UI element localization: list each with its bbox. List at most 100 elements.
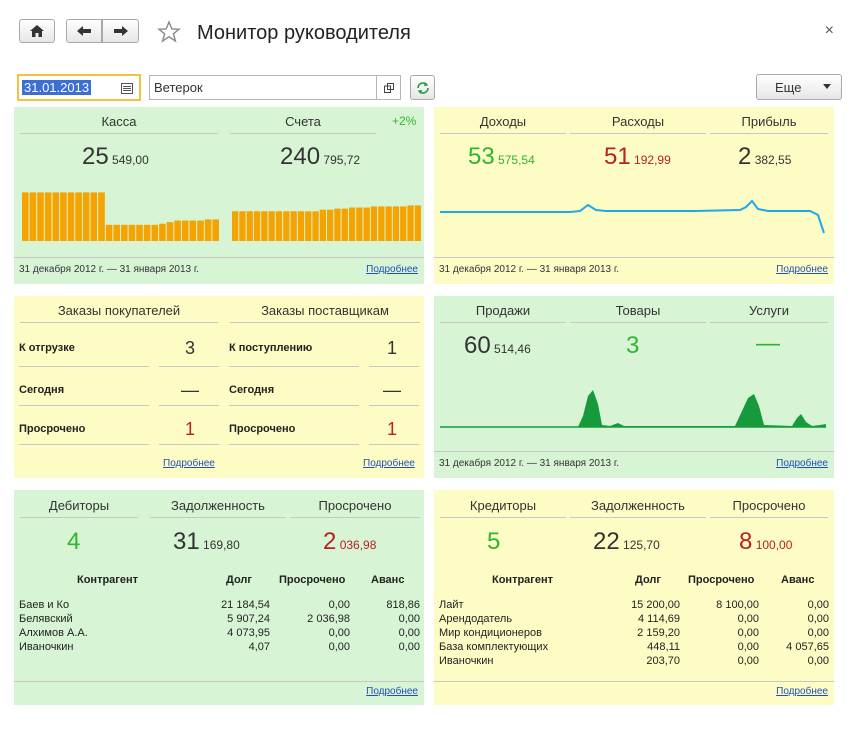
col-overdue: Просрочено (279, 574, 346, 586)
col-debt: Долг (226, 574, 252, 586)
bar (341, 208, 348, 241)
details-link[interactable]: Подробнее (366, 686, 418, 697)
creditors-panel: Кредиторы Задолженность Просрочено 5 22 … (434, 490, 834, 705)
overdue-value[interactable]: 1 (160, 419, 220, 440)
arrow-right-icon (113, 26, 128, 36)
counterparty-cell[interactable]: Иваночкин (439, 655, 493, 667)
divider (434, 257, 834, 258)
bar (327, 209, 334, 241)
overdue-value[interactable]: 1 (364, 419, 420, 440)
period-label: 31 декабря 2012 г. — 31 января 2013 г. (19, 264, 200, 275)
income-amount: 53 575,54 (468, 143, 535, 170)
counterparty-cell[interactable]: База комплектующих (439, 641, 548, 653)
refresh-button[interactable] (410, 75, 435, 100)
profit-header: Прибыль (710, 114, 828, 134)
bar (29, 192, 37, 241)
forward-button[interactable] (102, 19, 139, 43)
amount-cell: 0,00 (398, 613, 420, 625)
bar (407, 205, 414, 241)
sales-panel: Продажи Товары Услуги 60 514,46 3 — 31 д… (434, 296, 834, 478)
amount-cell: 0,00 (807, 627, 829, 639)
amount-cell: 4,07 (248, 641, 270, 653)
to-ship-value[interactable]: 3 (160, 338, 220, 359)
details-link[interactable]: Подробнее (776, 458, 828, 469)
bar (44, 192, 52, 241)
bar (166, 222, 174, 241)
calendar-icon[interactable] (121, 83, 133, 94)
page-title: Монитор руководителя (197, 22, 411, 44)
bar (268, 211, 275, 241)
bar (392, 206, 400, 241)
overdue-amount: 8 100,00 (739, 528, 793, 555)
accounts-change-badge: +2% (392, 114, 417, 128)
bar (204, 219, 212, 241)
col-advance: Аванс (781, 574, 815, 586)
divider (434, 681, 834, 682)
bar (121, 224, 128, 241)
cash-bar-chart (22, 192, 219, 241)
bar (312, 211, 319, 241)
star-icon[interactable] (157, 20, 181, 44)
divider (369, 444, 419, 445)
counterparty-cell[interactable]: Баев и Ко (19, 599, 69, 611)
bar (90, 192, 98, 241)
amount-cell: 15 200,00 (631, 599, 680, 611)
bar (305, 211, 312, 241)
col-overdue: Просрочено (688, 574, 755, 586)
bar (385, 206, 392, 241)
bar (363, 207, 370, 241)
counterparty-cell[interactable]: Иваночкин (19, 641, 73, 653)
arrow-left-icon (77, 26, 91, 36)
home-button[interactable] (19, 19, 55, 43)
amount-cell: 203,70 (646, 655, 680, 667)
more-menu-button[interactable]: Еще (756, 74, 842, 100)
organization-value: Ветерок (154, 80, 203, 95)
bar (319, 209, 326, 241)
details-link[interactable]: Подробнее (363, 458, 415, 469)
income-panel: Доходы Расходы Прибыль 53 575,54 51 192,… (434, 107, 834, 284)
bar (239, 211, 246, 241)
counterparty-cell[interactable]: Арендодатель (439, 613, 512, 625)
bar (22, 192, 29, 241)
debtors-header: Дебиторы (20, 498, 138, 518)
details-link[interactable]: Подробнее (776, 264, 828, 275)
amount-cell: 21 184,54 (221, 599, 270, 611)
date-field[interactable]: 31.01.2013 (17, 74, 141, 101)
amount-cell: 4 057,65 (786, 641, 829, 653)
bar (60, 192, 67, 241)
accounts-amount: 240 795,72 (280, 143, 361, 170)
back-button[interactable] (66, 19, 102, 43)
details-link[interactable]: Подробнее (163, 458, 215, 469)
divider (19, 444, 149, 445)
customer-orders-header: Заказы покупателей (20, 303, 218, 323)
divider (369, 405, 419, 406)
accounts-bar-chart (232, 205, 421, 241)
bar (400, 206, 407, 241)
counterparty-cell[interactable]: Лайт (439, 599, 464, 611)
bar (113, 224, 120, 241)
divider (159, 366, 219, 367)
period-label: 31 декабря 2012 г. — 31 января 2013 г. (439, 264, 620, 275)
bar (232, 211, 239, 241)
counterparty-cell[interactable]: Белявский (19, 613, 73, 625)
amount-cell: 0,00 (807, 613, 829, 625)
open-button[interactable] (376, 76, 400, 99)
organization-field[interactable]: Ветерок (149, 75, 401, 100)
bar (67, 192, 75, 241)
col-debt: Долг (635, 574, 661, 586)
bar (283, 211, 290, 241)
income-line-chart (440, 199, 825, 234)
period-label: 31 декабря 2012 г. — 31 января 2013 г. (439, 458, 620, 469)
bar (189, 220, 197, 241)
orders-panel: Заказы покупателей Заказы поставщикам К … (14, 296, 424, 478)
to-receive-value[interactable]: 1 (364, 338, 420, 359)
col-counterparty: Контрагент (492, 574, 554, 586)
divider (434, 451, 834, 452)
counterparty-cell[interactable]: Алхимов А.А. (19, 627, 88, 639)
bar (378, 206, 385, 241)
close-icon[interactable]: × (825, 22, 834, 40)
bar (370, 206, 378, 241)
counterparty-cell[interactable]: Мир кондиционеров (439, 627, 542, 639)
details-link[interactable]: Подробнее (776, 686, 828, 697)
details-link[interactable]: Подробнее (366, 264, 418, 275)
